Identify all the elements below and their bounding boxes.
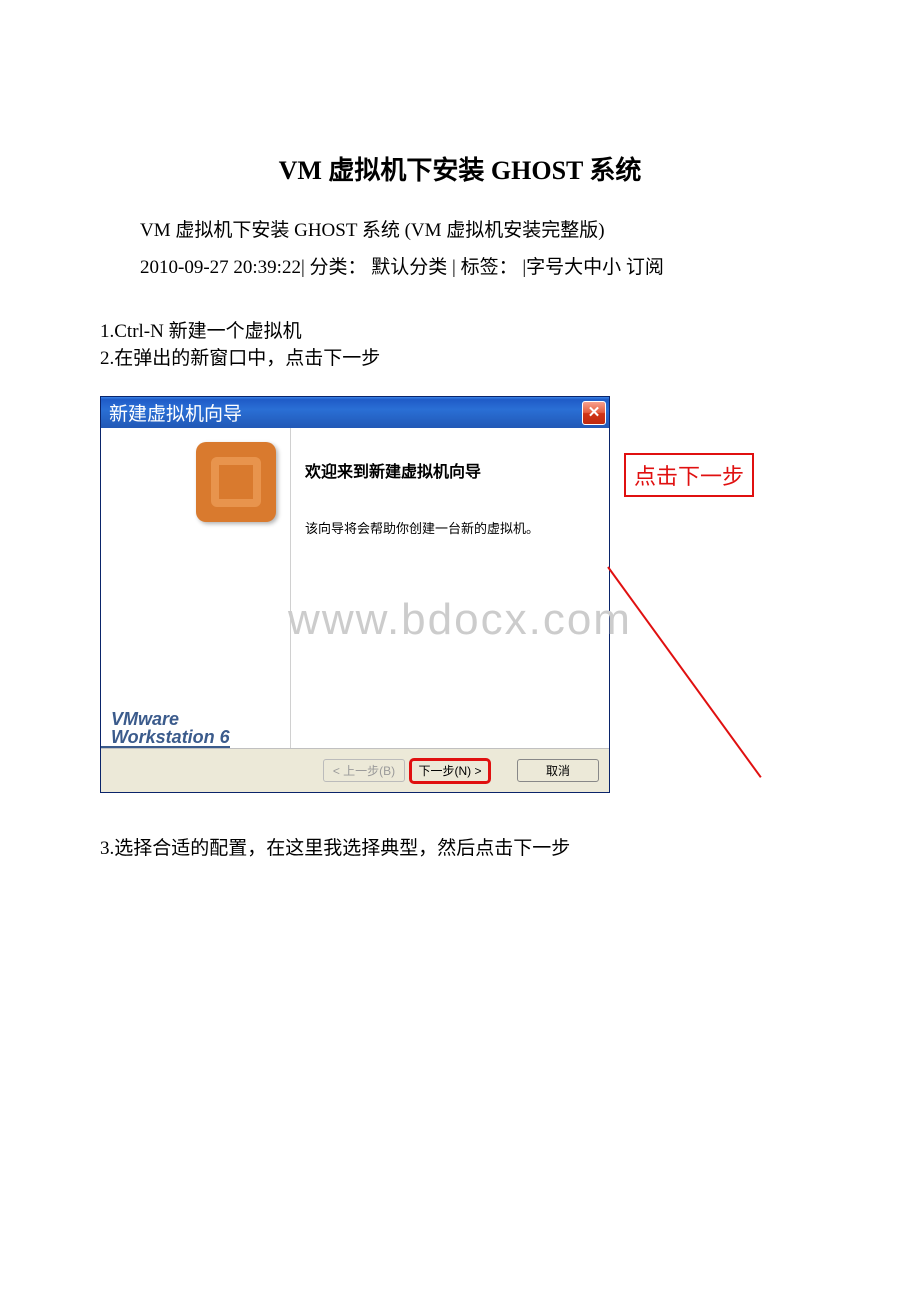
dialog-footer: < 上一步(B) 下一步(N) > 取消 xyxy=(101,748,609,792)
document-title: VM 虚拟机下安装 GHOST 系统 xyxy=(100,150,820,187)
brand-line1: VMware xyxy=(101,710,290,728)
brand-line2: Workstation 6 xyxy=(101,728,230,748)
step3-text: 3.选择合适的配置，在这里我选择典型，然后点击下一步 xyxy=(100,833,820,860)
wizard-heading: 欢迎来到新建虚拟机向导 xyxy=(305,458,595,482)
document-subtitle: VM 虚拟机下安装 GHOST 系统 (VM 虚拟机安装完整版) xyxy=(140,215,820,242)
dialog-right-panel: 欢迎来到新建虚拟机向导 该向导将会帮助你创建一台新的虚拟机。 xyxy=(291,428,609,748)
dialog-annotated-row: 新建虚拟机向导 ✕ VMware Workst xyxy=(100,396,820,793)
wizard-dialog: 新建虚拟机向导 ✕ VMware Workst xyxy=(100,396,610,793)
dialog-left-panel: VMware Workstation 6 xyxy=(101,428,291,748)
dialog-title-text: 新建虚拟机向导 xyxy=(109,399,242,426)
wizard-description: 该向导将会帮助你创建一台新的虚拟机。 xyxy=(305,518,595,537)
close-icon: ✕ xyxy=(588,405,601,420)
cancel-button[interactable]: 取消 xyxy=(517,759,599,782)
brand-text: VMware Workstation 6 xyxy=(101,710,290,748)
close-button[interactable]: ✕ xyxy=(582,401,606,425)
step-list: 1.Ctrl-N 新建一个虚拟机 2.在弹出的新窗口中，点击下一步 xyxy=(100,319,820,372)
vm-logo-area xyxy=(101,428,290,522)
step2-text: 2.在弹出的新窗口中，点击下一步 xyxy=(100,346,820,373)
dialog-body: VMware Workstation 6 欢迎来到新建虚拟机向导 该向导将会帮助… xyxy=(101,428,609,748)
step1-text: 1.Ctrl-N 新建一个虚拟机 xyxy=(100,319,820,346)
document-meta: 2010-09-27 20:39:22| 分类： 默认分类 | 标签： |字号大… xyxy=(140,252,820,279)
dialog-titlebar: 新建虚拟机向导 ✕ xyxy=(101,397,609,428)
back-button: < 上一步(B) xyxy=(323,759,405,782)
callout-label: 点击下一步 xyxy=(624,453,754,497)
vmware-logo-icon xyxy=(196,442,276,522)
next-button[interactable]: 下一步(N) > xyxy=(409,758,491,784)
